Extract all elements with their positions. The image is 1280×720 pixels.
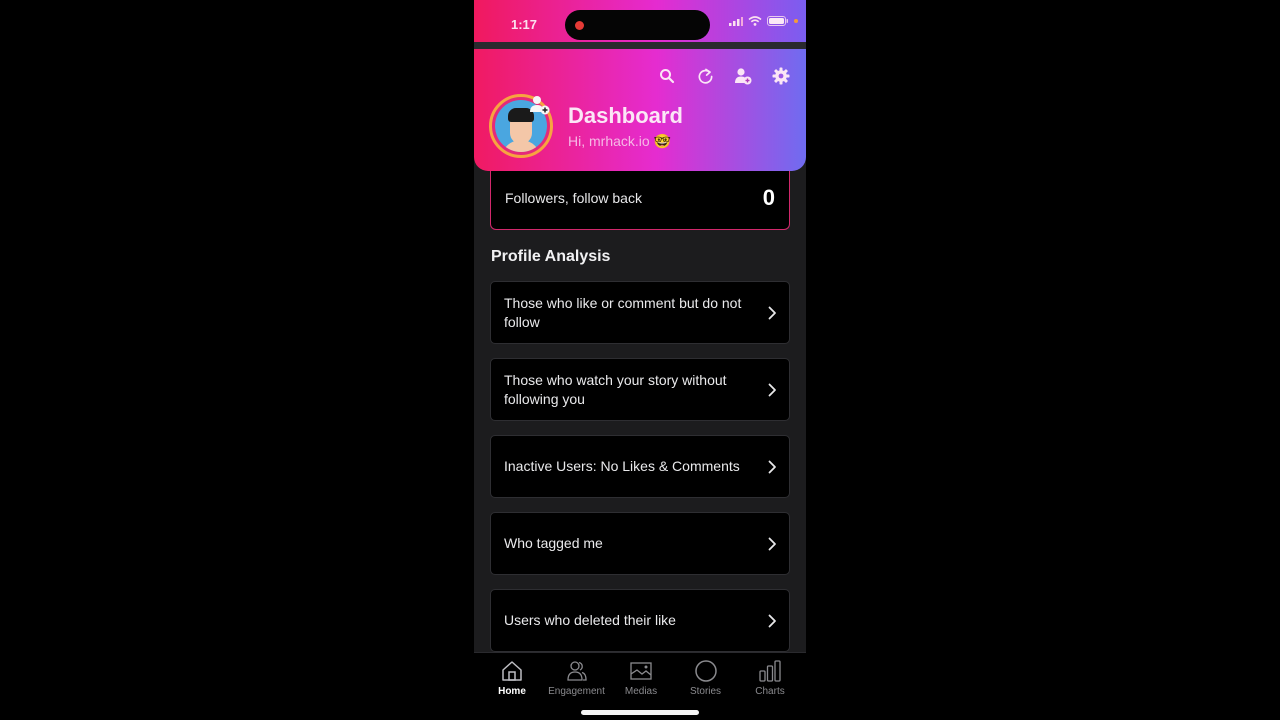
tab-charts[interactable]: Charts — [742, 653, 798, 697]
tab-label: Engagement — [548, 686, 605, 697]
recording-indicator-icon — [575, 21, 584, 30]
tab-label: Charts — [755, 686, 785, 697]
section-title: Profile Analysis — [491, 248, 611, 265]
refresh-icon — [698, 68, 712, 84]
add-user-button[interactable] — [734, 67, 752, 85]
dashboard-header: Dashboard Hi, mrhack.io 🤓 — [474, 49, 806, 171]
battery-icon — [767, 16, 788, 26]
follow-back-count: 0 — [762, 185, 775, 210]
gear-icon — [772, 67, 790, 85]
wifi-icon — [748, 16, 762, 26]
list-item-label: Who tagged me — [504, 535, 603, 551]
separator — [474, 42, 806, 49]
followers-follow-back-card[interactable]: Followers, follow back 0 — [490, 171, 790, 230]
users-icon — [566, 661, 587, 681]
search-icon — [660, 69, 675, 84]
add-user-icon — [735, 68, 752, 85]
chevron-right-icon — [768, 306, 776, 319]
dynamic-island — [565, 10, 710, 40]
tab-stories[interactable]: Stories — [678, 653, 734, 697]
list-item-label: Those who like or comment but do not fol… — [504, 294, 742, 330]
list-item-label: Those who watch your story without follo… — [504, 371, 727, 407]
tab-home[interactable]: Home — [484, 653, 540, 697]
tab-label: Stories — [689, 686, 722, 697]
list-item-label: Users who deleted their like — [504, 612, 676, 628]
list-item-watch-story-not-following[interactable]: Those who watch your story without follo… — [490, 358, 790, 421]
circle-icon — [694, 660, 717, 682]
list-item-label: Inactive Users: No Likes & Comments — [504, 458, 740, 474]
chevron-right-icon — [768, 383, 776, 396]
home-indicator[interactable] — [581, 710, 699, 715]
status-bar: 1:17 — [474, 0, 806, 42]
page-title: Dashboard — [568, 103, 683, 128]
list-item-deleted-like[interactable]: Users who deleted their like — [490, 589, 790, 652]
tab-medias[interactable]: Medias — [613, 653, 669, 697]
settings-button[interactable] — [772, 67, 790, 85]
list-item-like-comment-not-follow[interactable]: Those who like or comment but do not fol… — [490, 281, 790, 344]
tab-engagement[interactable]: Engagement — [548, 653, 605, 697]
chevron-right-icon — [768, 537, 776, 550]
signal-icon — [729, 17, 743, 26]
image-icon — [630, 662, 652, 680]
list-item-who-tagged-me[interactable]: Who tagged me — [490, 512, 790, 575]
chevron-right-icon — [768, 460, 776, 473]
bottom-tab-bar: Home Engagement Medias Stories Charts — [474, 652, 806, 720]
phone-screen: 1:17 Dashboard Hi, mrhack.io 🤓 Followers… — [474, 0, 806, 720]
bar-chart-icon — [759, 660, 781, 682]
content-scroll[interactable]: Followers, follow back 0 Profile Analysi… — [474, 171, 806, 652]
list-item-inactive-users[interactable]: Inactive Users: No Likes & Comments — [490, 435, 790, 498]
chevron-right-icon — [768, 614, 776, 627]
follow-back-label: Followers, follow back — [505, 190, 642, 206]
search-button[interactable] — [658, 67, 676, 85]
refresh-button[interactable] — [696, 67, 714, 85]
home-icon — [502, 661, 522, 681]
greeting-text: Hi, mrhack.io 🤓 — [568, 133, 672, 149]
tab-label: Home — [498, 686, 526, 697]
privacy-dot-icon — [794, 19, 798, 23]
status-time: 1:17 — [511, 17, 538, 32]
add-account-icon[interactable] — [529, 95, 551, 117]
profile-analysis-list: Those who like or comment but do not fol… — [490, 281, 790, 652]
tab-label: Medias — [624, 686, 658, 697]
